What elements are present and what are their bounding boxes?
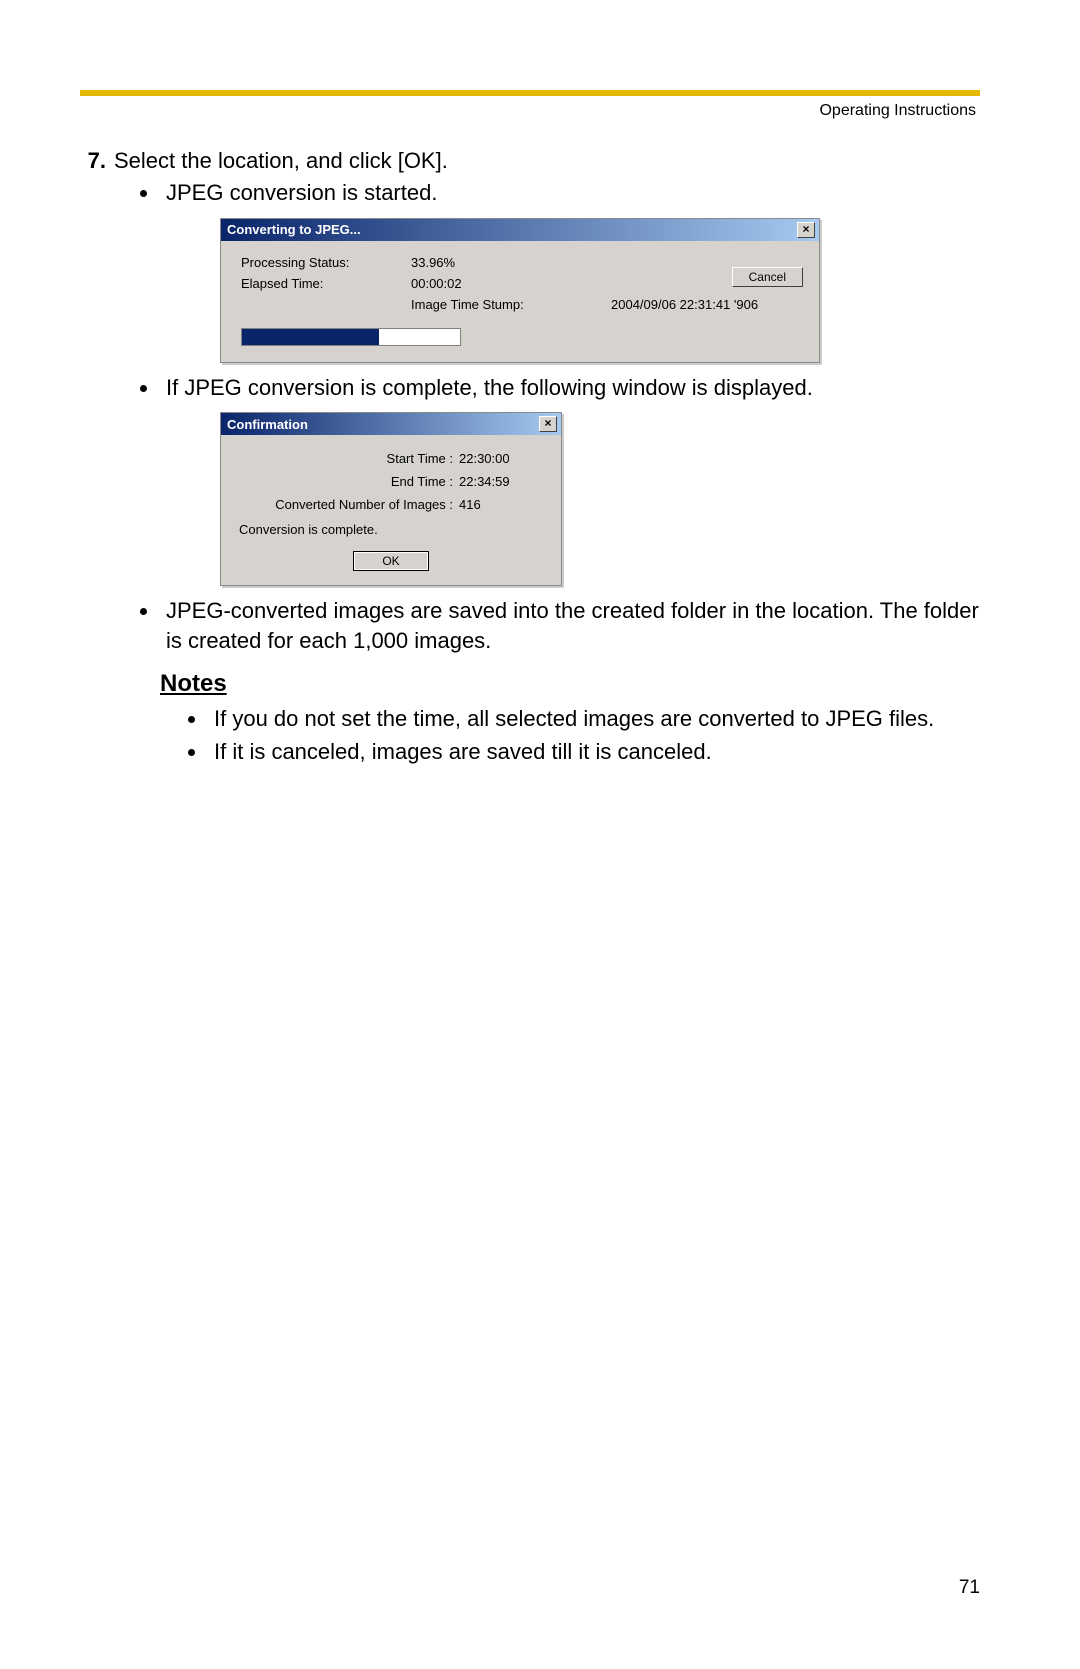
step-text: Select the location, and click [OK].: [114, 148, 980, 174]
confirmation-dialog-titlebar: Confirmation ×: [221, 413, 561, 435]
image-time-stump-value: 2004/09/06 22:31:41 '906: [611, 297, 803, 312]
progress-bar: [241, 328, 461, 346]
end-time-label: End Time :: [239, 474, 459, 489]
document-page: Operating Instructions 7. Select the loc…: [0, 0, 1080, 1669]
page-number: 71: [959, 1577, 980, 1599]
converting-dialog-body: Processing Status: 33.96% Cancel Elapsed…: [221, 241, 819, 362]
elapsed-time-label: Elapsed Time:: [241, 276, 411, 291]
confirmation-dialog-wrap: Confirmation × Start Time : 22:30:00 End…: [220, 412, 980, 586]
converted-count-value: 416: [459, 497, 543, 512]
bullet-jpeg-started: JPEG conversion is started.: [160, 178, 980, 208]
converting-dialog-titlebar: Converting to JPEG... ×: [221, 219, 819, 241]
start-time-value: 22:30:00: [459, 451, 543, 466]
converting-dialog-wrap: Converting to JPEG... × Processing Statu…: [220, 218, 980, 363]
close-icon[interactable]: ×: [797, 222, 815, 238]
bullet-saved-folder: JPEG-converted images are saved into the…: [160, 596, 980, 655]
running-head: Operating Instructions: [80, 102, 980, 120]
processing-status-label: Processing Status:: [241, 255, 411, 270]
close-icon[interactable]: ×: [539, 416, 557, 432]
converting-dialog: Converting to JPEG... × Processing Statu…: [220, 218, 820, 363]
processing-status-value: 33.96%: [411, 255, 611, 270]
step-number: 7.: [80, 148, 114, 174]
cancel-button[interactable]: Cancel: [732, 267, 803, 287]
note-no-time: If you do not set the time, all selected…: [208, 704, 980, 734]
progress-fill: [242, 329, 379, 345]
conversion-complete-message: Conversion is complete.: [239, 522, 543, 537]
confirmation-dialog-body: Start Time : 22:30:00 End Time : 22:34:5…: [221, 435, 561, 585]
header-rule: [80, 90, 980, 96]
start-time-label: Start Time :: [239, 451, 459, 466]
note-canceled: If it is canceled, images are saved till…: [208, 737, 980, 767]
bullet-conversion-complete: If JPEG conversion is complete, the foll…: [160, 373, 980, 403]
converted-count-label: Converted Number of Images :: [239, 497, 459, 512]
image-time-stump-label: Image Time Stump:: [411, 297, 611, 312]
converting-dialog-title: Converting to JPEG...: [227, 222, 361, 237]
confirmation-dialog: Confirmation × Start Time : 22:30:00 End…: [220, 412, 562, 586]
elapsed-time-value: 00:00:02: [411, 276, 611, 291]
end-time-value: 22:34:59: [459, 474, 543, 489]
ok-button[interactable]: OK: [353, 551, 428, 571]
step-7: 7. Select the location, and click [OK].: [80, 148, 980, 174]
confirmation-dialog-title: Confirmation: [227, 417, 308, 432]
notes-heading: Notes: [160, 670, 980, 698]
